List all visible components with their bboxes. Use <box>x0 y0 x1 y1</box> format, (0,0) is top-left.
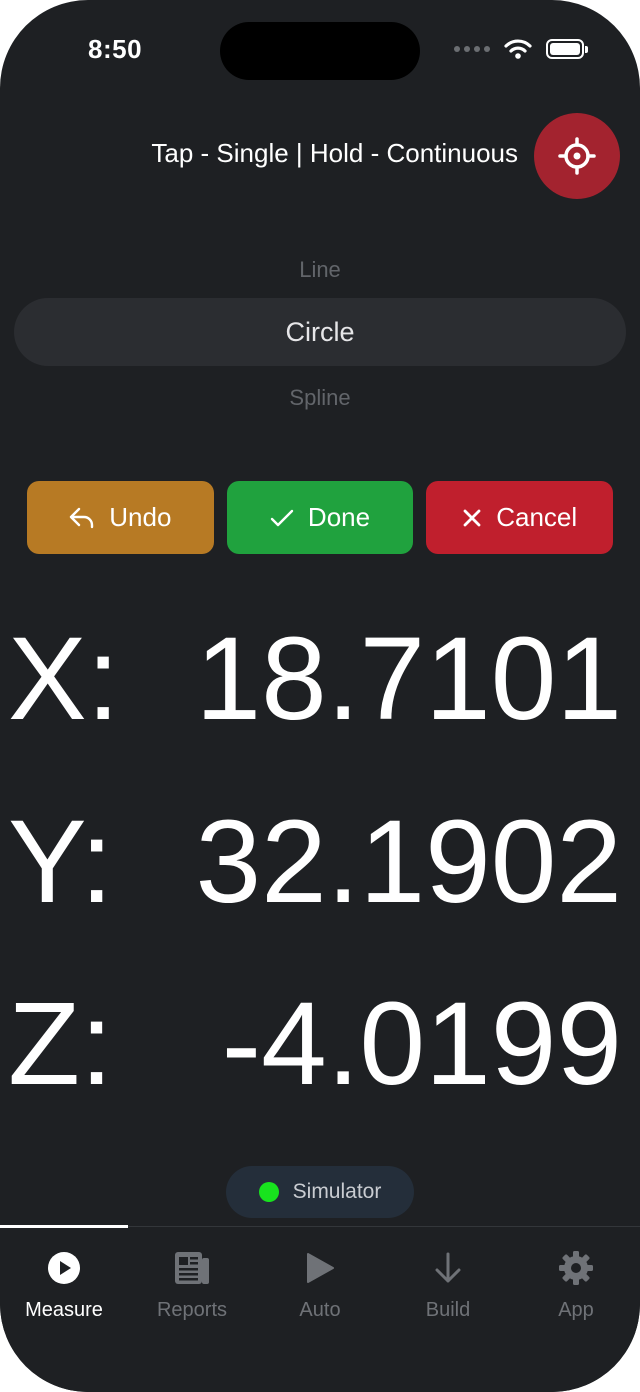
tab-reports[interactable]: Reports <box>128 1227 256 1327</box>
status-indicators <box>454 38 588 60</box>
tab-app[interactable]: App <box>512 1227 640 1327</box>
status-dot-icon <box>258 1182 279 1202</box>
play-circle-icon <box>48 1252 80 1284</box>
cellular-signal-icon <box>454 46 490 52</box>
arrow-down-icon <box>435 1252 461 1283</box>
y-value: 32.1902 <box>195 796 622 928</box>
z-value: -4.0199 <box>221 978 622 1110</box>
done-label: Done <box>307 502 371 532</box>
tab-auto-label: Auto <box>299 1299 341 1321</box>
undo-icon <box>70 507 94 528</box>
tab-reports-label: Reports <box>156 1299 228 1321</box>
battery-icon <box>546 39 588 59</box>
tab-measure-label: Measure <box>25 1299 103 1321</box>
action-buttons: Undo Done Cancel <box>27 481 614 554</box>
tab-bar: Measure Reports Auto Build App <box>0 1225 640 1392</box>
tab-auto[interactable]: Auto <box>256 1227 384 1327</box>
y-label: Y: <box>8 796 113 928</box>
tab-app-label: App <box>558 1299 594 1321</box>
cancel-label: Cancel <box>496 502 578 532</box>
tab-measure[interactable]: Measure <box>0 1227 128 1327</box>
app-screen: 8:50 Tap - Single | Hold - Continuous Li… <box>0 0 640 1392</box>
x-label: X: <box>8 613 120 745</box>
target-button[interactable] <box>534 113 620 199</box>
wifi-icon <box>504 39 532 59</box>
play-icon <box>307 1253 334 1283</box>
connection-status-badge[interactable]: Simulator <box>226 1166 414 1218</box>
measure-mode-hint: Tap - Single | Hold - Continuous <box>151 138 518 168</box>
z-label: Z: <box>8 978 113 1110</box>
tab-build-label: Build <box>425 1299 471 1321</box>
cancel-button[interactable]: Cancel <box>426 481 614 554</box>
undo-button[interactable]: Undo <box>27 481 214 554</box>
crosshair-icon <box>558 137 596 175</box>
picker-option-spline[interactable]: Spline <box>0 385 640 411</box>
picker-option-line[interactable]: Line <box>0 257 640 283</box>
tab-build[interactable]: Build <box>384 1227 512 1327</box>
newspaper-icon <box>175 1252 209 1284</box>
done-button[interactable]: Done <box>226 481 414 554</box>
dynamic-island <box>220 22 420 80</box>
checkmark-icon <box>270 509 294 526</box>
status-time: 8:50 <box>88 34 143 64</box>
undo-label: Undo <box>109 502 172 532</box>
close-icon <box>463 509 481 526</box>
picker-option-selected[interactable]: Circle <box>0 317 640 348</box>
connection-label: Simulator <box>292 1180 382 1203</box>
x-value: 18.7101 <box>195 613 622 745</box>
gear-icon <box>559 1251 593 1285</box>
